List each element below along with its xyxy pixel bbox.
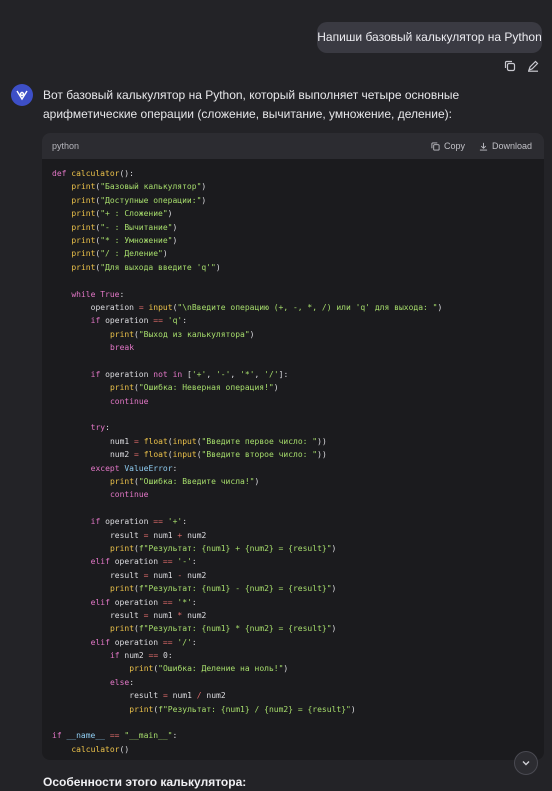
code-line: print(f"Результат: {num1} * {num2} = {re… — [109, 624, 337, 634]
code-line: print("/ : Деление") — [71, 249, 168, 259]
code-content: def calculator(): print("Базовый калькул… — [42, 159, 544, 756]
code-line: if operation not in ['+', '-', '*', '/']… — [90, 369, 289, 379]
code-line: print("Ошибка: Неверная операция!") — [109, 383, 279, 393]
code-line: num1 = float(input("Введите первое число… — [109, 436, 327, 446]
code-block-header: python Copy Download — [42, 133, 544, 159]
code-line: result = num1 + num2 — [109, 530, 207, 540]
code-line: calculator() — [71, 744, 130, 754]
assistant-avatar-icon — [11, 84, 33, 106]
code-line: print(f"Результат: {num1} - {num2} = {re… — [109, 584, 337, 594]
edit-icon[interactable] — [525, 58, 540, 73]
code-line: if num2 == 0: — [109, 651, 173, 661]
copy-code-icon — [431, 141, 440, 151]
code-line: print("Для выхода введите 'q'") — [71, 262, 221, 272]
download-icon — [479, 142, 488, 151]
code-line: print("Доступные операции:") — [71, 195, 207, 205]
code-language-label: python — [52, 141, 80, 151]
code-line: print("Ошибка: Введите числа!") — [109, 476, 260, 486]
code-line: else: — [109, 677, 135, 687]
code-line: elif operation == '/': — [90, 637, 197, 647]
code-block: python Copy Download def calculator(): p… — [42, 133, 544, 760]
code-line: operation = input("\nВведите операцию (+… — [90, 302, 443, 312]
assistant-intro-text: Вот базовый калькулятор на Python, котор… — [43, 88, 460, 121]
copy-code-label: Copy — [443, 141, 465, 151]
code-line: if operation == '+': — [90, 517, 188, 527]
code-line: continue — [109, 396, 149, 406]
code-line: try: — [90, 423, 110, 433]
code-line: continue — [109, 490, 149, 500]
copy-code-button[interactable]: Copy — [431, 141, 465, 151]
code-line: break — [109, 343, 135, 353]
code-line: result = num1 - num2 — [109, 570, 207, 580]
scroll-down-button[interactable] — [514, 751, 538, 775]
code-line: print("Выход из калькулятора") — [109, 329, 255, 339]
code-line: print("Ошибка: Деление на ноль!") — [129, 664, 289, 674]
code-line: print("- : Вычитание") — [71, 222, 178, 232]
user-message-actions — [502, 58, 540, 73]
code-line: elif operation == '-': — [90, 557, 197, 567]
user-message-text: Напиши базовый калькулятор на Python — [317, 30, 542, 44]
code-line: print("Базовый калькулятор") — [71, 182, 207, 192]
user-message-bubble: Напиши базовый калькулятор на Python — [317, 22, 542, 53]
download-code-button[interactable]: Download — [479, 141, 532, 151]
code-line: print("+ : Сложение") — [71, 209, 173, 219]
code-line: print("* : Умножение") — [71, 235, 178, 245]
code-line: print(f"Результат: {num1} / {num2} = {re… — [129, 704, 356, 714]
code-line: while True: — [71, 289, 125, 299]
code-line: if __name__ == "__main__": — [52, 731, 178, 741]
code-line: print(f"Результат: {num1} + {num2} = {re… — [109, 543, 337, 553]
chevron-down-icon — [522, 761, 530, 766]
section-title: Особенности этого калькулятора: — [43, 775, 247, 789]
download-code-label: Download — [491, 141, 532, 151]
code-line: except ValueError: — [90, 463, 178, 473]
code-line: if operation == 'q': — [90, 316, 188, 326]
code-line: def calculator(): — [52, 169, 134, 178]
code-line: elif operation == '*': — [90, 597, 197, 607]
code-line: result = num1 / num2 — [129, 691, 226, 701]
copy-icon[interactable] — [502, 58, 517, 73]
code-line: result = num1 * num2 — [109, 610, 207, 620]
code-line: num2 = float(input("Введите второе число… — [109, 450, 327, 460]
